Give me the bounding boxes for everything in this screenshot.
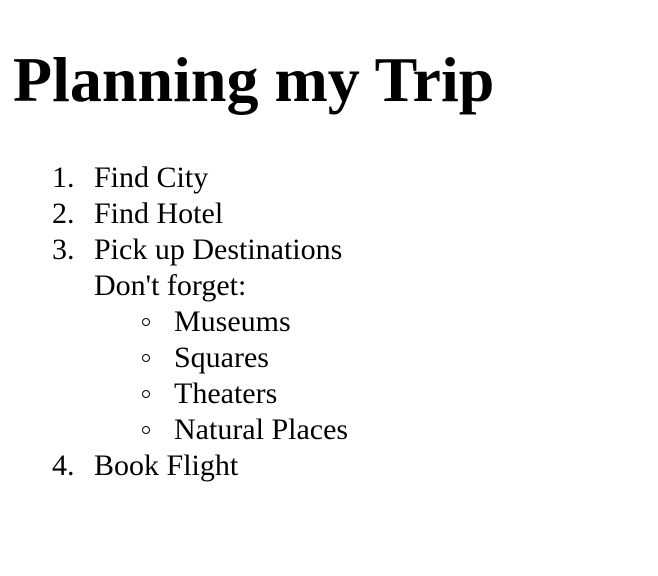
list-number: 1. xyxy=(52,161,75,194)
sublist-item-label: Museums xyxy=(174,305,291,338)
list-item-label: Find City xyxy=(94,161,209,194)
sublist-item-label: Squares xyxy=(174,341,269,374)
destinations-sublist: Museums Squares Theaters Natural Places xyxy=(94,304,348,448)
sublist-item-museums: Museums xyxy=(142,304,348,340)
circle-bullet-icon xyxy=(142,354,150,362)
sublist-item-natural-places: Natural Places xyxy=(142,412,349,448)
list-item-label: Find Hotel xyxy=(94,197,224,230)
list-item-book-flight: 4. Book Flight xyxy=(52,448,348,484)
page-title: Planning my Trip xyxy=(13,44,495,115)
circle-bullet-icon xyxy=(142,390,150,398)
list-item-find-city: 1. Find City xyxy=(52,160,348,196)
list-number: 3. xyxy=(52,233,75,266)
circle-bullet-icon xyxy=(142,318,150,326)
reminder-note: Don't forget: xyxy=(94,269,247,302)
list-item-find-hotel: 2. Find Hotel xyxy=(52,196,348,232)
list-item-label: Pick up Destinations xyxy=(94,233,343,266)
list-number: 4. xyxy=(52,449,75,482)
list-item-pick-up-destinations: 3. Pick up Destinations Don't forget: Mu… xyxy=(52,232,348,448)
trip-steps-list: 1. Find City 2. Find Hotel 3. Pick up De… xyxy=(0,160,348,484)
list-item-label: Book Flight xyxy=(94,449,239,482)
circle-bullet-icon xyxy=(142,426,150,434)
sublist-item-squares: Squares xyxy=(142,340,348,376)
sublist-item-label: Theaters xyxy=(174,377,278,410)
list-number: 2. xyxy=(52,197,75,230)
sublist-item-theaters: Theaters xyxy=(142,376,348,412)
sublist-item-label: Natural Places xyxy=(174,413,349,446)
page: Planning my Trip 1. Find City 2. Find Ho… xyxy=(0,0,658,576)
